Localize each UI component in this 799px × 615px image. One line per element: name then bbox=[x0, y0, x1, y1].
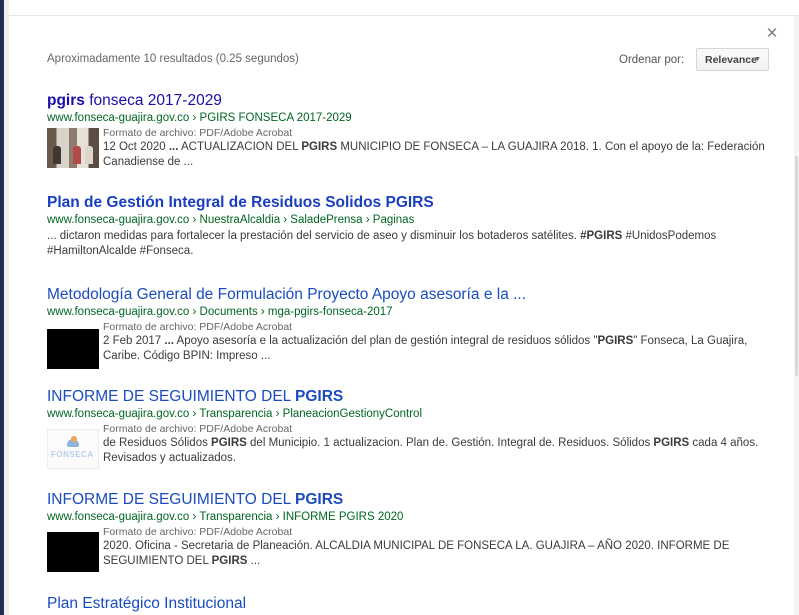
search-result: Metodología General de Formulación Proye… bbox=[47, 285, 767, 369]
result-text: Formato de archivo: PDF/Adobe Acrobat 2 … bbox=[103, 321, 767, 364]
scrollbar-thumb[interactable] bbox=[795, 156, 798, 376]
result-text: Formato de archivo: PDF/Adobe Acrobat de… bbox=[103, 423, 767, 466]
result-text: Formato de archivo: PDF/Adobe Acrobat 12… bbox=[103, 127, 767, 170]
result-snippet: 2 Feb 2017 ... Apoyo asesoría e la actua… bbox=[103, 335, 748, 362]
result-stats: Aproximadamente 10 resultados (0.25 segu… bbox=[47, 53, 299, 65]
result-snippet: 2020. Oficina - Secretaria de Planeación… bbox=[103, 540, 730, 567]
search-result: Plan Estratégico Institucional bbox=[47, 594, 767, 613]
logo-mark bbox=[71, 436, 77, 442]
thumbnail-figure bbox=[73, 146, 81, 164]
result-title[interactable]: Plan Estratégico Institucional bbox=[47, 594, 767, 613]
sort-label: Ordenar por: bbox=[619, 54, 685, 66]
result-body: FONSECA Formato de archivo: PDF/Adobe Ac… bbox=[47, 423, 767, 469]
chevron-down-icon: ▼ bbox=[754, 56, 761, 63]
search-result: pgirs fonseca 2017-2029 www.fonseca-guaj… bbox=[47, 91, 767, 170]
scrollbar[interactable] bbox=[794, 16, 799, 615]
result-text: Formato de archivo: PDF/Adobe Acrobat 20… bbox=[103, 526, 767, 569]
result-file-format: Formato de archivo: PDF/Adobe Acrobat bbox=[103, 321, 293, 333]
result-thumbnail[interactable] bbox=[47, 532, 99, 572]
result-body: ... dictaron medidas para fortalecer la … bbox=[47, 229, 767, 259]
result-body: Formato de archivo: PDF/Adobe Acrobat 12… bbox=[47, 127, 767, 170]
result-title-text: INFORME DE SEGUIMIENTO DEL bbox=[47, 491, 296, 508]
result-snippet: de Residuos Sólidos PGIRS del Municipio.… bbox=[103, 437, 759, 464]
sort-select[interactable]: Relevance ▼ bbox=[696, 48, 769, 71]
thumbnail-figure bbox=[53, 146, 61, 164]
result-url[interactable]: www.fonseca-guajira.gov.co › Transparenc… bbox=[47, 407, 767, 422]
fonseca-logo: FONSECA bbox=[51, 450, 94, 459]
result-url[interactable]: www.fonseca-guajira.gov.co › PGIRS FONSE… bbox=[47, 111, 767, 126]
result-title[interactable]: Plan de Gestión Integral de Residuos Sol… bbox=[47, 193, 767, 212]
result-snippet: 12 Oct 2020 ... ACTUALIZACION DEL PGIRS … bbox=[103, 141, 765, 168]
thumbnail-figure bbox=[85, 146, 93, 164]
result-title-highlight: pgirs bbox=[47, 92, 85, 109]
result-text: ... dictaron medidas para fortalecer la … bbox=[47, 229, 767, 259]
result-snippet: ... dictaron medidas para fortalecer la … bbox=[47, 230, 717, 257]
result-body: Formato de archivo: PDF/Adobe Acrobat 20… bbox=[47, 526, 767, 572]
sort-select-value: Relevance bbox=[705, 54, 757, 66]
panel-top-border bbox=[9, 15, 799, 16]
result-title[interactable]: Metodología General de Formulación Proye… bbox=[47, 285, 767, 304]
result-title-text: fonseca 2017-2029 bbox=[84, 92, 222, 109]
result-title-text: INFORME DE SEGUIMIENTO DEL bbox=[47, 388, 296, 405]
result-title[interactable]: INFORME DE SEGUIMIENTO DEL PGIRS bbox=[47, 387, 767, 406]
close-icon[interactable]: × bbox=[765, 24, 779, 43]
result-body: Formato de archivo: PDF/Adobe Acrobat 2 … bbox=[47, 321, 767, 369]
result-thumbnail[interactable]: FONSECA bbox=[47, 429, 99, 469]
result-title-highlight: PGIRS bbox=[295, 491, 344, 508]
window-left-edge bbox=[0, 0, 9, 615]
result-file-format: Formato de archivo: PDF/Adobe Acrobat bbox=[103, 423, 293, 435]
result-title-highlight: PGIRS bbox=[295, 388, 344, 405]
result-file-format: Formato de archivo: PDF/Adobe Acrobat bbox=[103, 127, 293, 139]
result-thumbnail[interactable] bbox=[47, 128, 99, 168]
search-result: INFORME DE SEGUIMIENTO DEL PGIRS www.fon… bbox=[47, 387, 767, 469]
search-result: Plan de Gestión Integral de Residuos Sol… bbox=[47, 193, 767, 259]
result-title[interactable]: pgirs fonseca 2017-2029 bbox=[47, 91, 767, 110]
result-title[interactable]: INFORME DE SEGUIMIENTO DEL PGIRS bbox=[47, 490, 767, 509]
result-url[interactable]: www.fonseca-guajira.gov.co › Transparenc… bbox=[47, 510, 767, 525]
search-result: INFORME DE SEGUIMIENTO DEL PGIRS www.fon… bbox=[47, 490, 767, 572]
result-url[interactable]: www.fonseca-guajira.gov.co › Documents ›… bbox=[47, 305, 767, 320]
result-file-format: Formato de archivo: PDF/Adobe Acrobat bbox=[103, 526, 293, 538]
result-thumbnail[interactable] bbox=[47, 329, 99, 369]
result-url[interactable]: www.fonseca-guajira.gov.co › NuestraAlca… bbox=[47, 213, 767, 228]
